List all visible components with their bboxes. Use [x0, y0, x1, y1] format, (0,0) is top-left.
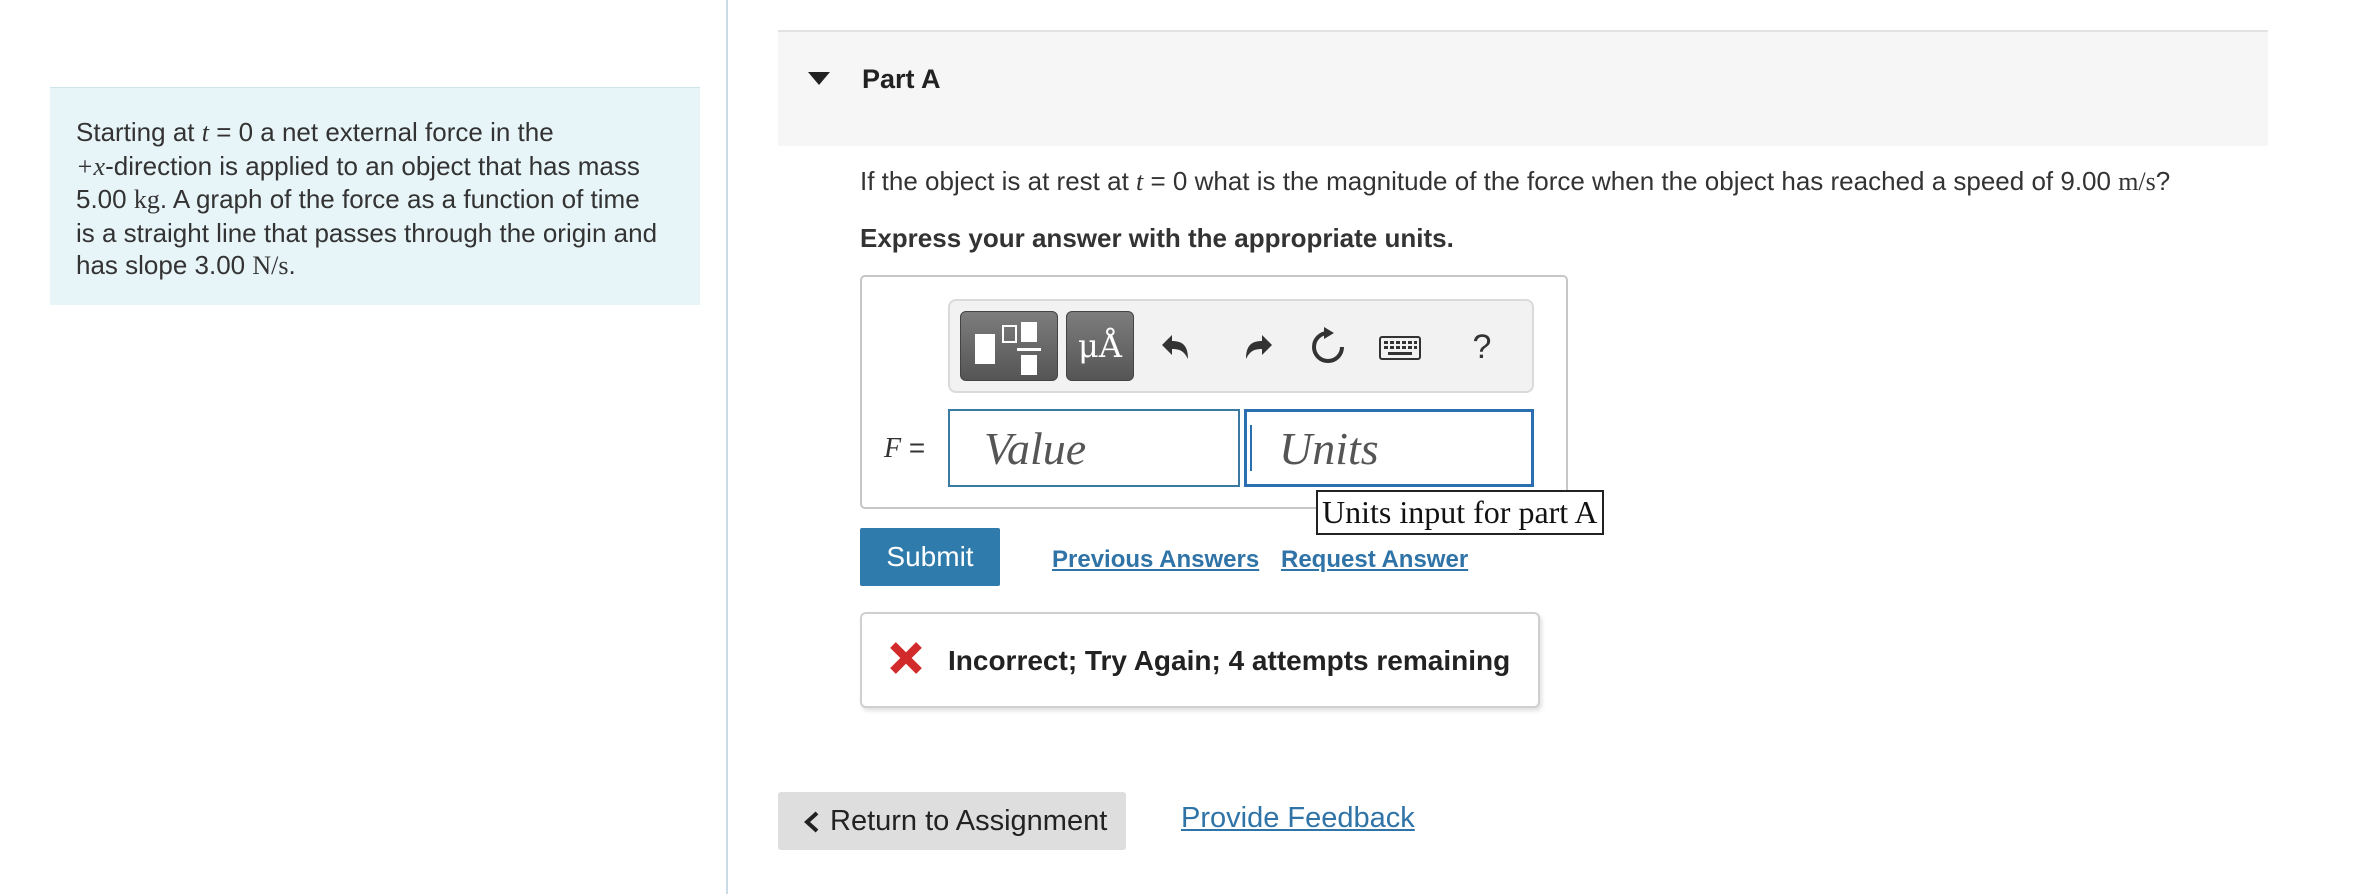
problem-text: -direction is applied to an object that …	[105, 150, 640, 181]
feedback-message: Incorrect; Try Again; 4 attempts remaini…	[948, 645, 1511, 676]
keyboard-icon[interactable]	[1376, 319, 1424, 375]
feedback-box: Incorrect; Try Again; 4 attempts remaini…	[860, 612, 1540, 708]
question-text: If the object is at rest at t = 0 what i…	[860, 166, 2171, 196]
math-t: t	[201, 118, 209, 147]
chevron-left-icon	[804, 811, 819, 833]
value-input[interactable]	[948, 409, 1240, 487]
units-input[interactable]	[1244, 409, 1534, 487]
part-title: Part A	[862, 64, 941, 94]
collapse-caret-icon[interactable]	[808, 72, 830, 85]
redo-icon[interactable]	[1232, 319, 1276, 375]
variable-label: F =	[884, 432, 926, 464]
return-label: Return to Assignment	[830, 805, 1108, 837]
templates-button[interactable]	[960, 311, 1058, 381]
units-input-tooltip: Units input for part A	[1316, 490, 1604, 535]
problem-text: .	[288, 250, 296, 280]
problem-text: 5.00	[76, 184, 134, 214]
problem-text: is a straight line that passes through t…	[76, 217, 658, 248]
math-toolbar: μÅ ?	[948, 299, 1534, 393]
problem-text: . A graph of the force as a function of …	[159, 184, 640, 214]
math-m-per-s: m/s	[2118, 167, 2156, 196]
answer-box: μÅ ? F =	[860, 275, 1568, 509]
problem-text: Starting at	[76, 117, 202, 147]
column-divider	[726, 0, 728, 894]
problem-text: has slope 3.00	[76, 250, 253, 280]
part-header[interactable]: Part A	[778, 30, 2268, 146]
request-answer-link[interactable]: Request Answer	[1281, 546, 1468, 574]
templates-icon	[975, 322, 1041, 375]
math-plus-x: +x	[76, 151, 106, 181]
math-kg: kg	[133, 185, 160, 214]
previous-answers-link[interactable]: Previous Answers	[1052, 546, 1259, 574]
provide-feedback-link[interactable]: Provide Feedback	[1181, 802, 1415, 835]
undo-icon[interactable]	[1158, 319, 1202, 375]
math-n-per-s: N/s	[252, 251, 289, 280]
units-symbols-button[interactable]: μÅ	[1066, 311, 1134, 381]
incorrect-x-icon	[890, 642, 922, 674]
return-to-assignment-button[interactable]: Return to Assignment	[778, 792, 1126, 850]
help-icon[interactable]: ?	[1460, 319, 1504, 375]
reset-icon[interactable]	[1306, 319, 1350, 375]
text-cursor	[1250, 425, 1252, 471]
problem-text: = 0 a net external force in the	[208, 117, 554, 147]
answer-instruction: Express your answer with the appropriate…	[860, 223, 1454, 253]
problem-statement: Starting at t = 0 a net external force i…	[50, 87, 700, 305]
submit-button[interactable]: Submit	[860, 528, 1000, 586]
